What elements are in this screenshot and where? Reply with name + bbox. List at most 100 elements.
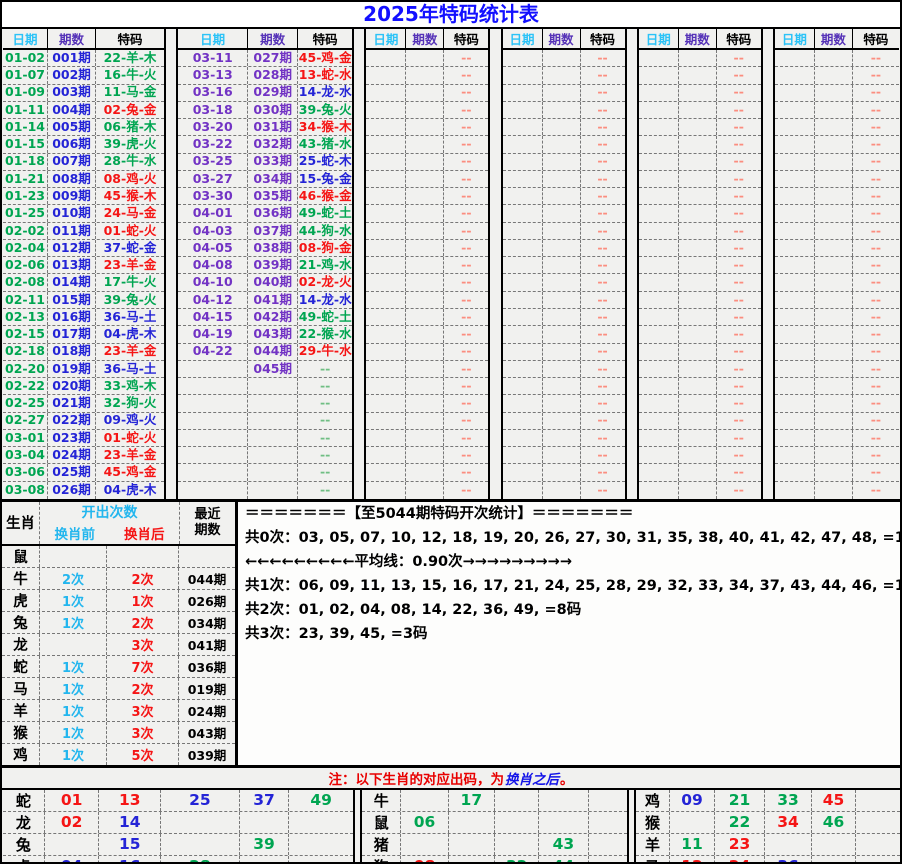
result-row: -- [366, 430, 488, 447]
zodiac-name: 马 [636, 856, 670, 862]
special-code-cell: 37-蛇-金 [96, 240, 164, 256]
period-cell [815, 447, 853, 463]
special-code-cell: -- [444, 257, 488, 273]
number-cell [45, 834, 100, 855]
zodiac-name: 虎 [2, 590, 40, 611]
period-cell [543, 171, 581, 187]
special-code-cell: -- [853, 136, 899, 152]
period-cell: 042期 [248, 309, 298, 325]
result-row: -- [639, 85, 761, 102]
result-row: -- [503, 447, 625, 464]
zodiac-numbers-row: 牛17 [362, 790, 627, 812]
date-cell [775, 257, 815, 273]
period-cell: 029期 [248, 85, 298, 101]
date-cell: 04-05 [178, 240, 248, 256]
result-row: 02-11015期39-兔-火 [3, 292, 164, 309]
date-cell [178, 464, 248, 480]
date-cell [503, 136, 543, 152]
number-cell [401, 790, 448, 811]
period-cell [815, 119, 853, 135]
period-cell: 012期 [48, 240, 96, 256]
number-cell [589, 834, 627, 855]
period-cell [406, 85, 444, 101]
period-cell: 045期 [248, 361, 298, 377]
number-cell: 12 [670, 856, 715, 862]
code-header: 特码 [298, 29, 352, 48]
period-cell: 010期 [48, 205, 96, 221]
special-code-cell: -- [853, 102, 899, 118]
period-cell [406, 240, 444, 256]
special-code-cell: -- [444, 361, 488, 377]
zodiac-numbers-table-3: 鸡09213345猴223446羊1123马122436 [634, 790, 900, 862]
special-code-cell: -- [444, 188, 488, 204]
period-cell [679, 85, 717, 101]
result-row: -- [178, 447, 352, 464]
special-code-cell: -- [581, 309, 625, 325]
special-code-cell: -- [444, 464, 488, 480]
date-header: 日期 [775, 29, 815, 48]
special-code-cell: 08-狗-金 [298, 240, 352, 256]
special-code-cell: -- [717, 430, 761, 446]
special-code-cell: -- [717, 378, 761, 394]
result-row: -- [503, 223, 625, 240]
result-row: 04-12041期14-龙-水 [178, 292, 352, 309]
special-code-cell: 43-猪-水 [298, 136, 352, 152]
note-suffix: 。 [560, 768, 574, 788]
date-cell [775, 119, 815, 135]
zodiac-numbers-row: 蛇0113253749 [3, 790, 353, 812]
special-code-cell: 36-马-土 [96, 361, 164, 377]
number-cell [449, 812, 495, 833]
date-cell [366, 274, 406, 290]
date-cell: 02-22 [3, 378, 48, 394]
period-cell [543, 188, 581, 204]
recent-period: 019期 [179, 678, 235, 699]
period-cell [406, 344, 444, 360]
result-row: -- [775, 257, 899, 274]
special-code-cell: 16-牛-火 [96, 67, 164, 83]
special-code-cell: -- [853, 292, 899, 308]
date-cell: 02-25 [3, 395, 48, 411]
number-cell [495, 790, 539, 811]
zodiac-numbers-row: 羊1123 [636, 834, 900, 856]
period-cell [543, 361, 581, 377]
special-code-cell: -- [581, 430, 625, 446]
period-cell: 007期 [48, 154, 96, 170]
special-code-cell: -- [444, 85, 488, 101]
special-code-cell: -- [581, 102, 625, 118]
period-header: 期数 [406, 29, 444, 48]
special-code-cell: 23-羊-金 [96, 447, 164, 463]
special-code-cell: 39-兔-火 [96, 292, 164, 308]
stat-line: 共3次：23, 39, 45, =3码 [245, 622, 896, 646]
count-after: 2次 [107, 612, 179, 633]
period-group-3: 日期期数特码----------------------------------… [364, 29, 490, 499]
period-cell [679, 102, 717, 118]
count-after: 3次 [107, 700, 179, 721]
result-row: -- [503, 430, 625, 447]
zodiac-column-header: 生肖 [2, 502, 40, 544]
special-code-cell: -- [853, 188, 899, 204]
result-row: 01-18007期28-牛-水 [3, 154, 164, 171]
result-row: -- [366, 102, 488, 119]
special-code-cell: 39-虎-火 [96, 136, 164, 152]
date-cell [503, 378, 543, 394]
zodiac-stats-table: 生肖 开出次数 换肖前 换肖后 最近期数 鼠牛2次2次044期虎1次1次026期… [2, 502, 238, 765]
period-cell [815, 395, 853, 411]
period-cell [543, 464, 581, 480]
result-row: -- [178, 464, 352, 481]
result-row: 03-06025期45-鸡-金 [3, 464, 164, 481]
period-cell [679, 309, 717, 325]
result-row: -- [503, 309, 625, 326]
date-cell [503, 309, 543, 325]
period-cell [679, 378, 717, 394]
date-cell: 03-08 [3, 482, 48, 499]
period-cell [248, 430, 298, 446]
period-cell [406, 67, 444, 83]
result-row: -- [503, 171, 625, 188]
special-code-cell: -- [717, 85, 761, 101]
zodiac-numbers-row: 猴223446 [636, 812, 900, 834]
zodiac-numbers-table-1: 蛇0113253749龙0214兔1539虎041628 [3, 790, 355, 862]
date-cell [639, 378, 679, 394]
period-cell [406, 188, 444, 204]
period-cell [543, 85, 581, 101]
result-row: -- [366, 50, 488, 67]
